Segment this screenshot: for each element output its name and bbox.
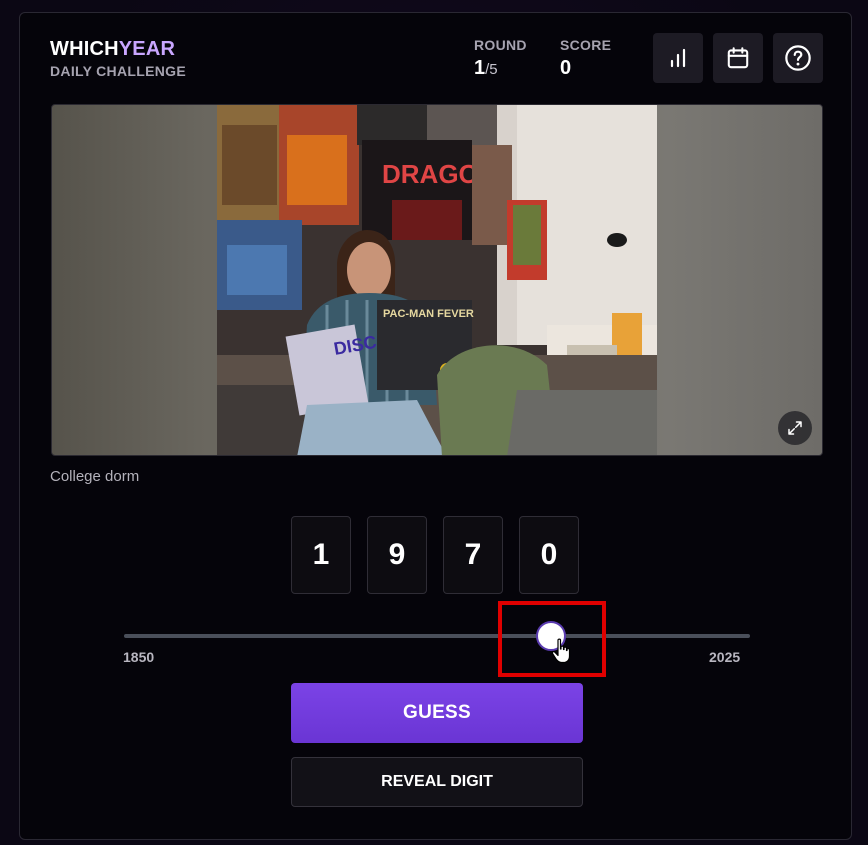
round-stat: ROUND 1/5: [474, 37, 527, 80]
round-current: 1: [474, 57, 486, 79]
calendar-icon: [727, 47, 749, 69]
calendar-button[interactable]: [713, 33, 763, 83]
slider-min-label: 1850: [123, 649, 155, 665]
bar-chart-icon: [670, 48, 686, 68]
help-icon: [785, 45, 811, 71]
digit-box: 0: [519, 516, 579, 594]
stats-button[interactable]: [653, 33, 703, 83]
help-button[interactable]: [773, 33, 823, 83]
hand-cursor-icon: [551, 638, 571, 664]
subtitle: DAILY CHALLENGE: [50, 63, 186, 79]
digit-box: 7: [443, 516, 503, 594]
score-stat: SCORE 0: [560, 37, 611, 80]
expand-photo-button[interactable]: [778, 411, 812, 445]
round-total: /5: [485, 61, 498, 78]
guess-button[interactable]: GUESS: [291, 683, 583, 743]
game-card: WHICHYEAR DAILY CHALLENGE ROUND 1/5 SCOR…: [19, 12, 852, 840]
expand-icon: [788, 421, 802, 435]
logo: WHICHYEAR: [50, 39, 175, 59]
year-digits: 1 9 7 0: [291, 516, 579, 594]
logo-text-year: YEAR: [118, 38, 176, 60]
slider-max-label: 2025: [709, 649, 741, 665]
score-value: 0: [560, 57, 572, 79]
reveal-digit-button[interactable]: REVEAL DIGIT: [291, 757, 583, 807]
digit-box: 1: [291, 516, 351, 594]
round-label: ROUND: [474, 37, 527, 53]
round-value: 1/5: [474, 57, 527, 80]
digit-box: 9: [367, 516, 427, 594]
year-slider-track[interactable]: [124, 634, 750, 638]
record-pacman-text: PAC-MAN FEVER: [383, 308, 474, 320]
logo-text-which: WHICH: [50, 38, 119, 60]
photo-caption: College dorm: [50, 468, 140, 485]
score-label: SCORE: [560, 37, 612, 53]
challenge-photo: DRAGON DISCO PAC-MAN FEVER: [217, 105, 657, 455]
photo-frame: DRAGON DISCO PAC-MAN FEVER: [51, 104, 823, 456]
